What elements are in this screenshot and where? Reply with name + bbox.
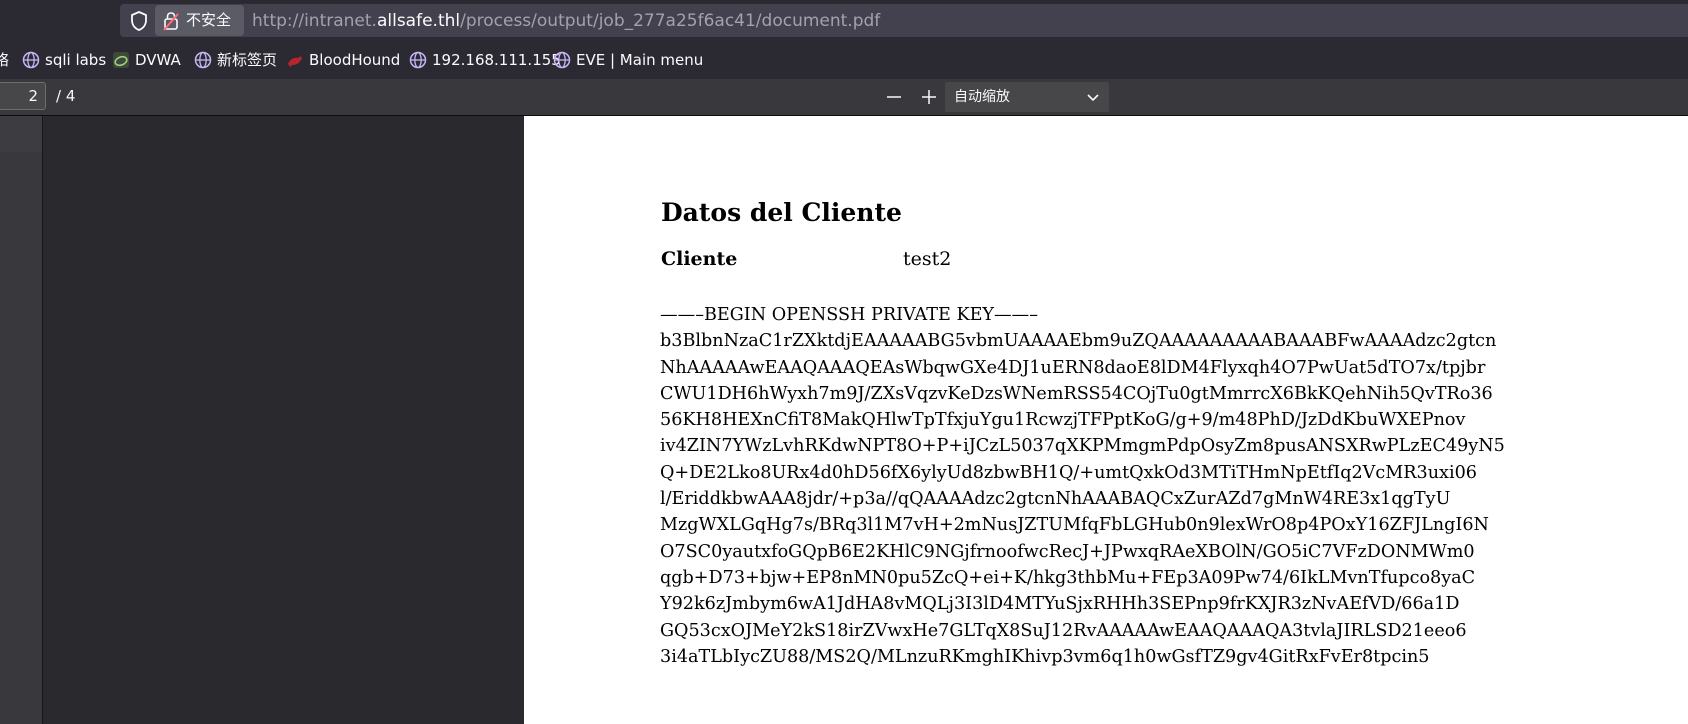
sidebar-header bbox=[0, 116, 42, 152]
bookmark-item-eve-main-menu[interactable]: EVE | Main menu bbox=[553, 50, 703, 70]
url-host: allsafe.thl bbox=[376, 11, 461, 31]
key-line: iv4ZIN7YWzLvhRKdwNPT8O+P+iJCzL5037qXKPMm… bbox=[660, 436, 1505, 457]
private-key-block: ——–BEGIN OPENSSH PRIVATE KEY——– b3BlbnNz… bbox=[660, 302, 1544, 670]
bookmark-item-192-168-111-155[interactable]: 192.168.111.155 bbox=[409, 50, 561, 70]
key-line: Q+DE2Lko8URx4d0hD56fX6ylyUd8zbwBH1Q/+umt… bbox=[660, 462, 1477, 483]
bookmarks-toolbar: 络 sqli labs DVWA 新标签页 BloodHound 192.168… bbox=[0, 41, 1688, 79]
url-prefix: http://intranet. bbox=[252, 11, 377, 31]
bookmark-label: sqli labs bbox=[45, 51, 107, 69]
bookmark-label: BloodHound bbox=[309, 51, 401, 69]
url-path: /process/output/job_277a25f6ac41/documen… bbox=[460, 11, 881, 31]
zoom-select[interactable]: 自动缩放 bbox=[945, 82, 1109, 112]
pdf-toolbar: 2 / 4 自动缩放 bbox=[0, 79, 1688, 116]
key-line: 56KH8HEXnCfiT8MakQHlwTpTfxjuYgu1RcwzjTFP… bbox=[660, 410, 1466, 431]
bookmark-item-dvwa[interactable]: DVWA bbox=[112, 50, 181, 70]
plus-icon bbox=[922, 90, 936, 104]
client-value: test2 bbox=[903, 248, 952, 270]
key-dash-left: ——– bbox=[660, 305, 704, 325]
zoom-in-button[interactable] bbox=[915, 83, 943, 111]
key-line: NhAAAAAwEAAQAAAQEAsWbqwGXe4DJ1uERN8daoE8… bbox=[660, 357, 1486, 378]
page-count: / 4 bbox=[56, 87, 76, 105]
url-text[interactable]: http://intranet.allsafe.thl/process/outp… bbox=[252, 10, 880, 32]
key-line: CWU1DH6hWyxh7m9J/ZXsVqzvKeDzsWNemRSS54CO… bbox=[660, 383, 1493, 404]
zoom-out-button[interactable] bbox=[880, 83, 908, 111]
key-line: b3BlbnNzaC1rZXktdjEAAAAABG5vbmUAAAAEbm9u… bbox=[660, 331, 1497, 352]
key-line: MzgWXLGqHg7s/BRq3l1M7vH+2mNusJZTUMfqFbLG… bbox=[660, 515, 1489, 536]
bookmark-label: EVE | Main menu bbox=[576, 51, 704, 69]
insecure-label: 不安全 bbox=[186, 11, 232, 29]
bookmark-item-bloodhound[interactable]: BloodHound bbox=[286, 50, 400, 70]
connection-insecure-button[interactable]: 不安全 bbox=[155, 5, 244, 36]
document-title: Datos del Cliente bbox=[661, 198, 902, 227]
key-line: Y92k6zJmbym6wA1JdHA8vMQLj3I3lD4MTYuSjxRH… bbox=[660, 594, 1460, 615]
pdf-page: Datos del Cliente Cliente test2 ——–BEGIN… bbox=[524, 116, 1688, 724]
key-header: BEGIN OPENSSH PRIVATE KEY bbox=[703, 305, 995, 325]
globe-icon bbox=[22, 51, 40, 69]
globe-icon bbox=[553, 51, 571, 69]
tracking-protection-shield-icon[interactable] bbox=[129, 10, 149, 32]
dvwa-icon bbox=[113, 52, 129, 68]
bookmark-label: 192.168.111.155 bbox=[432, 51, 561, 69]
bookmark-item-truncated[interactable]: 络 bbox=[0, 50, 9, 70]
client-label: Cliente bbox=[661, 248, 738, 270]
bookmark-item-new-tab[interactable]: 新标签页 bbox=[194, 50, 277, 70]
insecure-lock-icon bbox=[163, 11, 179, 31]
globe-icon bbox=[194, 51, 212, 69]
key-begin-line: ——–BEGIN OPENSSH PRIVATE KEY——– bbox=[660, 302, 1544, 328]
minus-icon bbox=[887, 96, 901, 98]
bookmark-label: 络 bbox=[0, 51, 10, 69]
bookmark-label: DVWA bbox=[135, 51, 181, 69]
key-line: GQ53cxOJMeY2kS18irZVwxHe7GLTqX8SuJ12RvAA… bbox=[660, 620, 1467, 641]
key-line: O7SC0yautxfoGQpB6E2KHlC9NGjfrnoofwcRecJ+… bbox=[660, 541, 1475, 562]
zoom-select-value: 自动缩放 bbox=[954, 89, 1010, 105]
key-line: l/EriddkbwAAA8jdr/+p3a//qQAAAAdzc2gtcnNh… bbox=[660, 489, 1451, 510]
bookmark-item-sqli-labs[interactable]: sqli labs bbox=[22, 50, 106, 70]
key-dash-right: ——– bbox=[994, 305, 1039, 325]
key-line: 3i4aTLbIycZU88/MS2Q/MLnzuRKmghIKhivp3vm6… bbox=[660, 646, 1430, 667]
bloodhound-icon bbox=[288, 56, 302, 67]
chevron-down-icon bbox=[1087, 94, 1099, 102]
bookmark-label: 新标签页 bbox=[217, 51, 278, 69]
sidebar-panel bbox=[0, 116, 43, 724]
pdf-viewer-container[interactable]: Datos del Cliente Cliente test2 ——–BEGIN… bbox=[0, 116, 1688, 724]
key-line: qgb+D73+bjw+EP8nMN0pu5ZcQ+ei+K/hkg3thbMu… bbox=[660, 567, 1476, 588]
address-bar-row: 不安全 http://intranet.allsafe.thl/process/… bbox=[0, 0, 1688, 41]
page-number-input[interactable]: 2 bbox=[0, 82, 46, 110]
globe-icon bbox=[409, 51, 427, 69]
